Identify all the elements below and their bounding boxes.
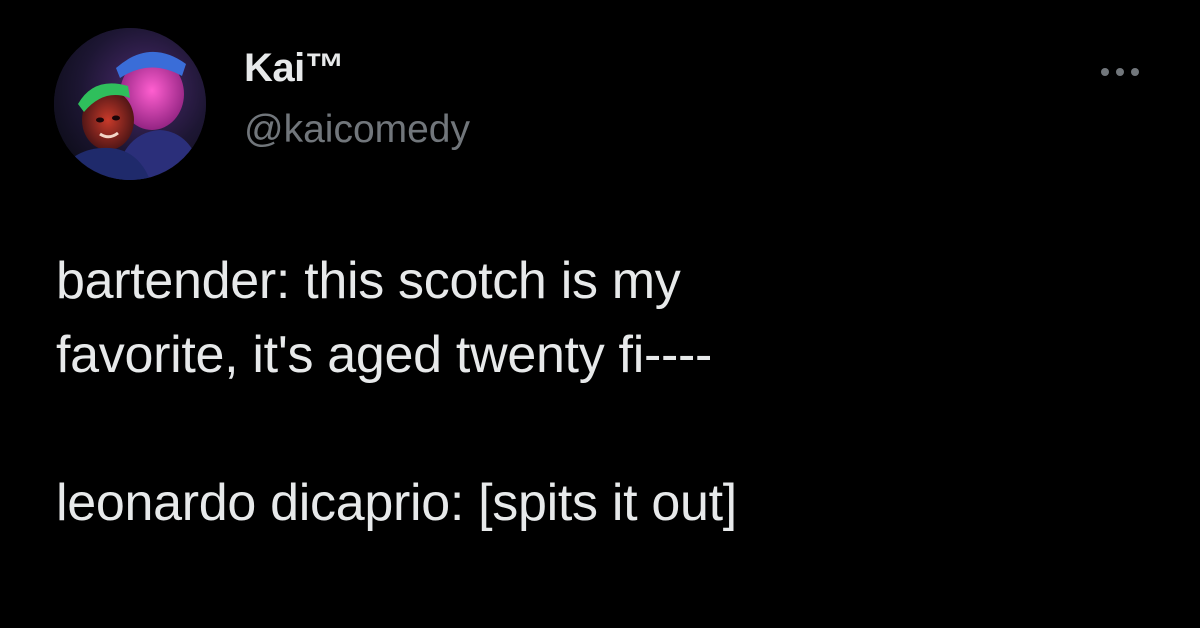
avatar[interactable] (54, 28, 206, 180)
more-horizontal-icon-dot (1116, 68, 1124, 76)
tweet-card: Kai™ @kaicomedy bartender: this scotch i… (0, 0, 1200, 628)
avatar-image (54, 28, 206, 180)
author-display-name[interactable]: Kai™ (244, 46, 345, 91)
author-handle[interactable]: @kaicomedy (244, 108, 470, 152)
more-horizontal-icon-dot (1131, 68, 1139, 76)
tweet-text-line: leonardo dicaprio: [spits it out] (56, 474, 737, 532)
tweet-text-line: favorite, it's aged twenty fi---- (56, 326, 713, 384)
more-horizontal-icon (1101, 68, 1109, 76)
tweet-text-line: bartender: this scotch is my (56, 252, 681, 310)
more-options-button[interactable] (1084, 52, 1156, 92)
tweet-text: bartender: this scotch is my favorite, i… (56, 244, 1156, 540)
